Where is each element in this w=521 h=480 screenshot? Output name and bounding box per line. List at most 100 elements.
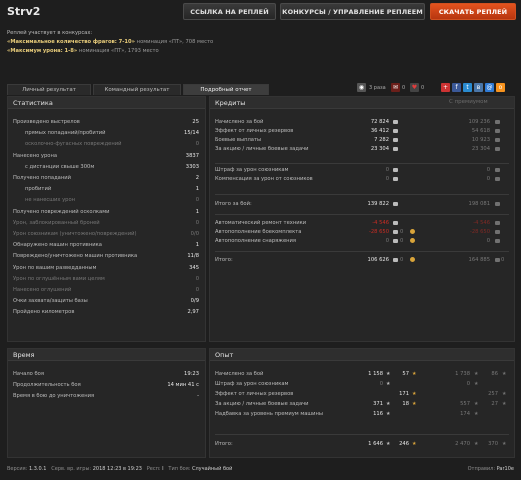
star-icon: ★	[386, 441, 391, 447]
plus-icon[interactable]: +	[441, 83, 450, 92]
credits-label: Автопополнение снаряжения	[215, 238, 297, 244]
star-icon: ★	[386, 381, 391, 387]
contest-info: Реплей участвует в конкурсах: «Максималь…	[7, 29, 213, 56]
credits-premium-value: 0	[486, 167, 490, 173]
stats-value: 25	[192, 119, 199, 125]
time-label: Начало боя	[13, 371, 44, 377]
free-xp-icon: ★	[502, 401, 507, 407]
divider	[215, 194, 509, 195]
silver-icon	[393, 138, 398, 142]
stats-value: 1	[195, 242, 199, 249]
exp-label: Надбавка за уровень премиум машины	[215, 411, 324, 417]
exp-xp: 371	[373, 401, 383, 407]
time-title: Время	[8, 349, 205, 361]
odnoklassniki-icon[interactable]: о	[496, 83, 505, 92]
credits-premium-value: 0	[486, 238, 490, 244]
stats-label: осколочно-фугасных повреждений	[25, 141, 122, 148]
credits-label: Итого:	[215, 257, 233, 263]
stats-label: Урон союзникам (уничтожено/повреждений)	[13, 231, 137, 237]
silver-icon	[393, 239, 398, 243]
credits-premium-value: 10 923	[471, 137, 490, 143]
silver-icon	[495, 138, 500, 142]
mail-ru-icon[interactable]: @	[485, 83, 494, 92]
exp-premium-xp: 1 738	[455, 371, 470, 377]
silver-icon	[495, 120, 500, 124]
silver-icon	[393, 129, 398, 133]
exp-free-xp: 57	[402, 371, 409, 377]
credits-value: 23 304	[370, 146, 389, 152]
stats-label: Получено попаданий	[13, 175, 71, 181]
silver-icon	[495, 202, 500, 206]
time-value: 14 мин 41 с	[167, 382, 199, 388]
silver-icon	[393, 230, 398, 234]
exp-label: Штраф за урон союзникам	[215, 381, 289, 387]
credits-premium-value: 198 081	[468, 201, 490, 207]
stats-label: Очки захвата/защиты базы	[13, 298, 88, 305]
divider	[215, 251, 509, 252]
exp-xp: 1 158	[368, 371, 383, 377]
credits-label: Эффект от личных резервов	[215, 128, 294, 134]
exp-label: Начислено за бой	[215, 371, 264, 377]
stats-value: 0	[195, 141, 199, 148]
credits-value: 7 282	[374, 137, 389, 143]
stats-value: 0	[195, 287, 199, 293]
credits-premium-value: 23 304	[471, 146, 490, 152]
exp-free-xp: 246	[399, 441, 409, 447]
credits-label: Боевые выплаты	[215, 137, 262, 143]
silver-icon	[393, 147, 398, 151]
facebook-icon[interactable]: f	[452, 83, 461, 92]
twitter-icon[interactable]: t	[463, 83, 472, 92]
time-value: -	[197, 393, 199, 399]
silver-icon	[393, 258, 398, 262]
credits-label: Штраф за урон союзникам	[215, 167, 289, 173]
vk-icon[interactable]: в	[474, 83, 483, 92]
sender-link[interactable]: Par10e	[497, 466, 514, 472]
free-xp-icon: ★	[502, 371, 507, 377]
silver-icon	[495, 230, 500, 234]
tab-detailed[interactable]: Подробный отчет	[183, 84, 269, 95]
exp-label: Эффект от личных резервов	[215, 391, 294, 397]
stats-label: не нанесших урон	[25, 197, 76, 204]
exp-premium-xp: 2 470	[455, 441, 470, 447]
divider	[215, 163, 509, 164]
exp-xp: 116	[373, 411, 383, 417]
stats-value: 0	[195, 275, 199, 282]
contest-intro: Реплей участвует в конкурсах:	[7, 30, 93, 36]
star-icon: ★	[474, 441, 479, 447]
premium-column-header: С премиумом	[449, 99, 488, 105]
tab-personal[interactable]: Личный результат	[7, 84, 91, 95]
download-replay-button[interactable]: СКАЧАТЬ РЕПЛЕЙ	[430, 3, 516, 20]
silver-icon	[495, 221, 500, 225]
exp-title: Опыт	[210, 349, 514, 361]
stats-label: Получено повреждений осколками	[13, 208, 110, 215]
gold-icon	[410, 257, 415, 262]
silver-icon	[495, 129, 500, 133]
contest-1-link[interactable]: «Максимальное количество фрагов: 7-10»	[7, 39, 135, 45]
credits-gold-value: 0	[400, 257, 404, 263]
heart-icon[interactable]: ♥	[410, 83, 419, 92]
credits-premium-value: -4 546	[473, 220, 490, 226]
free-xp-icon: ★	[412, 371, 417, 377]
credits-premium-value: 109 236	[468, 119, 490, 125]
credits-value: 0	[385, 167, 389, 173]
stats-value: 345	[189, 264, 199, 271]
stats-value: 0	[195, 197, 199, 204]
free-xp-icon: ★	[412, 401, 417, 407]
stats-value: 0/9	[190, 298, 199, 305]
gold-icon	[410, 238, 415, 243]
comment-icon[interactable]: ✉	[391, 83, 400, 92]
silver-icon	[393, 120, 398, 124]
tab-team[interactable]: Командный результат	[93, 84, 181, 95]
contest-2-link[interactable]: «Максимум урона: 1-8»	[7, 48, 77, 54]
replay-link-button[interactable]: ССЫЛКА НА РЕПЛЕЙ	[183, 3, 276, 20]
silver-icon	[393, 177, 398, 181]
time-panel: Время Начало боя 19:23 Продолжительность б…	[7, 348, 206, 458]
footer-sender: Отправил: Par10e	[467, 466, 514, 472]
result-tabs: Личный результат Командный результат Под…	[7, 84, 271, 95]
views-count: 3 раза	[369, 85, 386, 91]
stats-value: 1	[195, 186, 199, 193]
credits-premium-value: 54 618	[471, 128, 490, 134]
eye-icon: ◉	[357, 83, 366, 92]
stats-label: Урон, заблокированный броней	[13, 219, 100, 226]
contests-manage-button[interactable]: КОНКУРСЫ / УПРАВЛЕНИЕ РЕПЛЕЕМ	[280, 3, 425, 20]
